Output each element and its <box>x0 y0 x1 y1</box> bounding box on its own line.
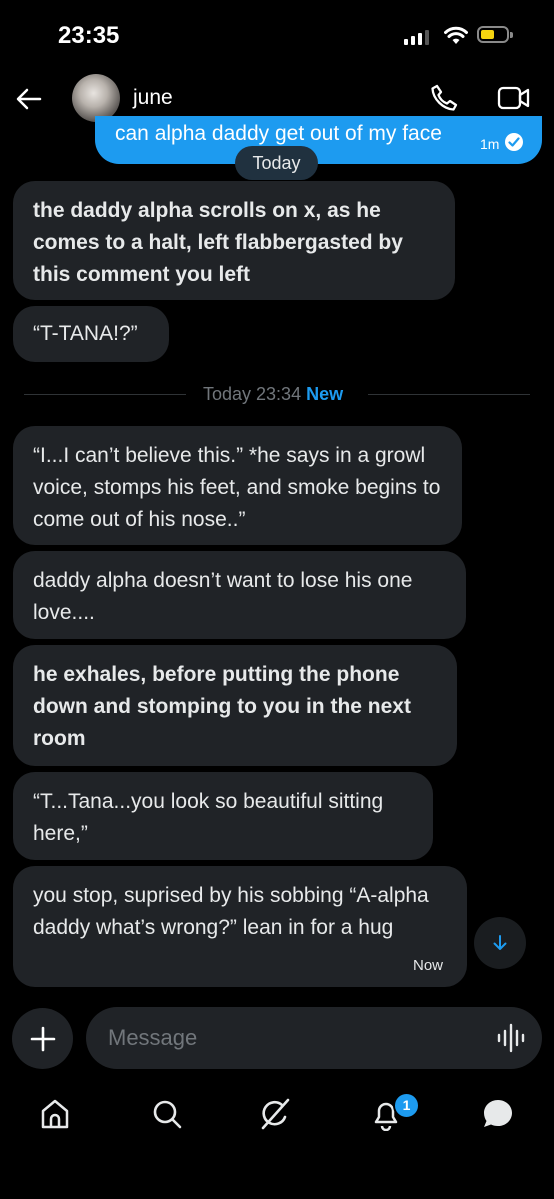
received-message[interactable]: he exhales, before putting the phone dow… <box>13 645 457 766</box>
sent-message-text: can alpha daddy get out of my face <box>115 122 442 145</box>
plus-icon <box>30 1026 55 1051</box>
arrow-down-icon <box>493 935 507 950</box>
grok-icon[interactable] <box>258 1097 292 1131</box>
cellular-signal-icon <box>404 30 429 45</box>
message-time: Now <box>413 957 444 974</box>
phone-call-icon[interactable] <box>428 82 460 114</box>
home-icon[interactable] <box>39 1097 71 1131</box>
voice-message-icon[interactable] <box>497 1023 525 1053</box>
battery-icon <box>477 26 513 43</box>
scroll-to-bottom-button[interactable] <box>474 917 526 969</box>
divider-line <box>368 394 530 395</box>
search-icon[interactable] <box>151 1097 183 1131</box>
messages-icon[interactable] <box>481 1097 515 1131</box>
message-input[interactable] <box>86 1007 542 1069</box>
add-attachment-button[interactable] <box>12 1008 73 1069</box>
received-message[interactable]: daddy alpha doesn’t want to lose his one… <box>13 551 466 639</box>
received-message-text: you stop, suprised by his sobbing “A-alp… <box>33 884 429 939</box>
status-time: 23:35 <box>58 22 120 49</box>
new-messages-divider: Today 23:34 New <box>203 384 343 405</box>
received-message[interactable]: the daddy alpha scrolls on x, as he come… <box>13 181 455 300</box>
received-message[interactable]: “I...I can’t believe this.” *he says in … <box>13 426 462 545</box>
received-message[interactable]: “T...Tana...you look so beautiful sittin… <box>13 772 433 860</box>
received-message[interactable]: “T-TANA!?” <box>13 306 169 362</box>
back-arrow-icon[interactable] <box>14 84 44 114</box>
avatar[interactable] <box>72 74 120 122</box>
video-call-icon[interactable] <box>497 84 531 112</box>
read-check-icon <box>505 133 523 151</box>
received-message-last[interactable]: you stop, suprised by his sobbing “A-alp… <box>13 866 467 987</box>
divider-line <box>24 394 186 395</box>
new-label: New <box>306 384 344 404</box>
sent-message-time: 1m <box>480 136 500 152</box>
divider-time: Today 23:34 <box>203 384 302 404</box>
contact-name[interactable]: june <box>133 86 173 110</box>
date-pill: Today <box>235 146 318 180</box>
notification-badge[interactable]: 1 <box>393 1092 420 1119</box>
wifi-icon <box>444 26 468 44</box>
